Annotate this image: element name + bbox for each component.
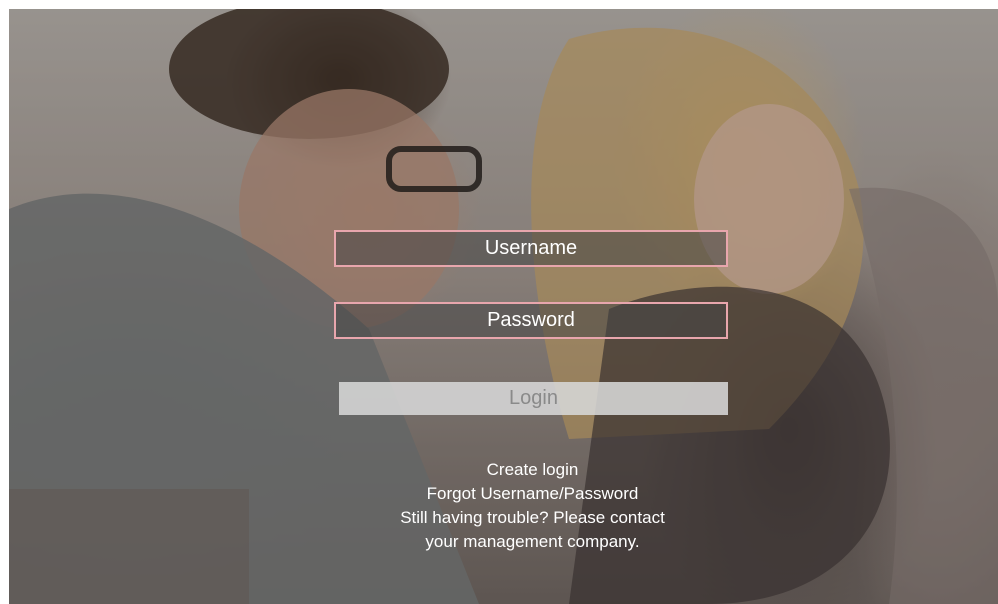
login-screen: Login Create login Forgot Username/Passw… <box>9 9 998 604</box>
login-button[interactable]: Login <box>339 382 728 415</box>
forgot-credentials-link[interactable]: Forgot Username/Password <box>309 482 756 506</box>
password-input[interactable] <box>334 302 728 339</box>
support-text-line-1: Still having trouble? Please contact <box>400 508 665 527</box>
help-links: Create login Forgot Username/Password St… <box>309 458 756 554</box>
create-login-link[interactable]: Create login <box>309 458 756 482</box>
username-input[interactable] <box>334 230 728 267</box>
support-text-line-2: your management company. <box>425 532 640 551</box>
